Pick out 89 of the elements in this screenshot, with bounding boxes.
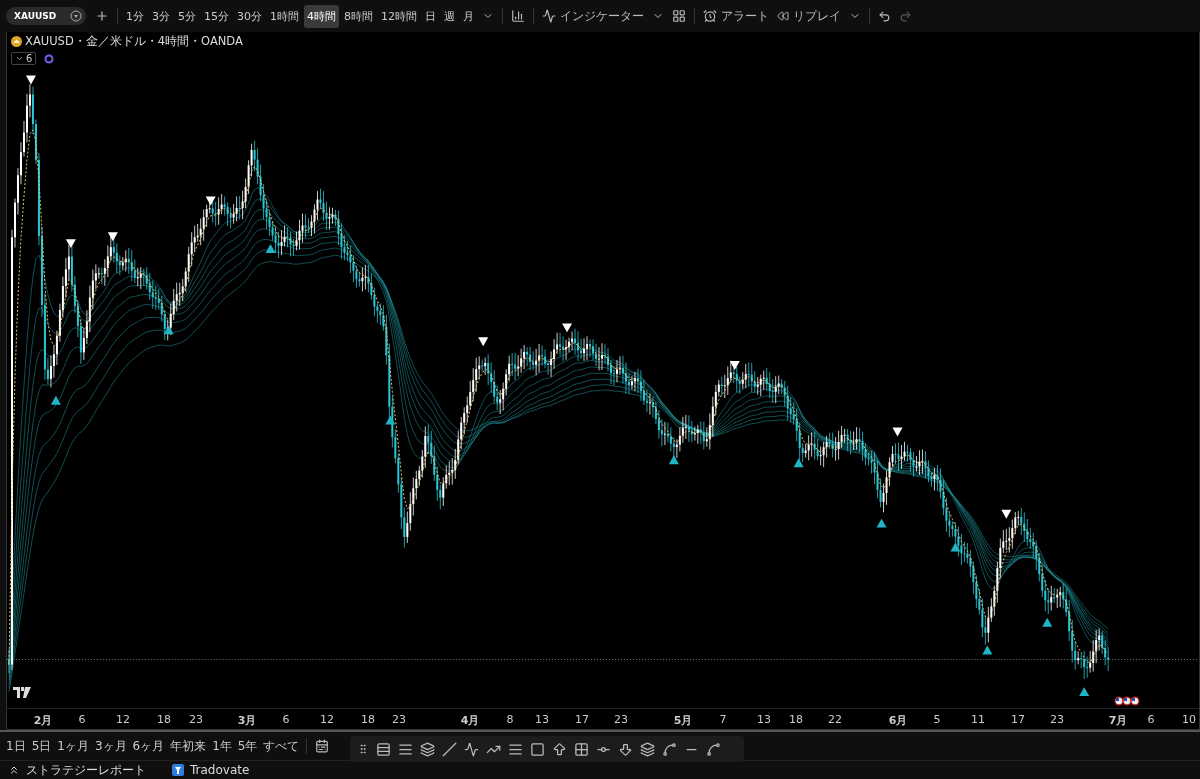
- time-axis-label: 23: [392, 713, 406, 726]
- sell-signal-triangle-icon: [107, 232, 118, 242]
- time-axis-label: 12: [116, 713, 130, 726]
- range-button[interactable]: すべて: [261, 735, 302, 757]
- interval-tab[interactable]: 週: [441, 4, 458, 28]
- time-axis-label: 5月: [673, 713, 693, 728]
- time-axis-label: 7: [719, 713, 727, 726]
- buy-signal-triangle-icon: [163, 325, 174, 335]
- range-button[interactable]: 5年: [235, 735, 260, 757]
- time-axis-label: 6: [1147, 713, 1155, 726]
- interval-tab[interactable]: 15分: [201, 4, 232, 28]
- range-button[interactable]: 1年: [210, 735, 234, 757]
- sell-signal-triangle-icon: [729, 361, 740, 370]
- alarm-clock-icon: [703, 9, 717, 23]
- interval-tab[interactable]: 5分: [175, 4, 199, 28]
- time-axis-label: 23: [614, 713, 628, 726]
- time-axis-label: 7月: [1108, 713, 1128, 728]
- time-axis-label: 12: [320, 713, 334, 726]
- interval-tab[interactable]: 1分: [123, 4, 147, 28]
- time-axis-label: 23: [1050, 713, 1064, 726]
- buy-signal-triangle-icon: [265, 244, 276, 254]
- time-axis-label: 2月: [33, 713, 53, 728]
- chart-line-icon: [542, 9, 556, 23]
- sell-signal-triangle-icon: [65, 239, 76, 249]
- time-axis-label: 11: [971, 713, 985, 726]
- buy-signal-triangle-icon: [982, 645, 993, 655]
- footer-tab[interactable]: Tradovate: [172, 763, 250, 777]
- sell-signal-triangle-icon: [892, 427, 903, 437]
- time-axis-label: 23: [189, 713, 203, 726]
- range-button[interactable]: 1ヶ月: [55, 735, 91, 757]
- sell-signal-triangle-icon: [562, 323, 573, 333]
- coin-icon: [11, 36, 22, 47]
- buy-signal-triangle-icon: [668, 455, 679, 465]
- time-axis-label: 6: [282, 713, 290, 726]
- time-axis-label: 10: [1182, 713, 1196, 726]
- buy-signal-triangle-icon: [876, 518, 887, 528]
- event-flags-icon[interactable]: [1114, 696, 1140, 706]
- time-axis-label: 4月: [460, 713, 480, 728]
- time-axis-label: 17: [575, 713, 589, 726]
- buy-signal-triangle-icon: [950, 542, 961, 552]
- rewind-icon: [777, 10, 789, 22]
- range-button[interactable]: 3ヶ月: [92, 735, 129, 757]
- chevrons-up-icon: [8, 764, 20, 776]
- time-axis-label: 17: [1011, 713, 1025, 726]
- time-axis-label: 18: [361, 713, 375, 726]
- time-axis-label: 6月: [888, 713, 908, 728]
- range-button[interactable]: 年初来: [168, 735, 209, 757]
- footer-tab[interactable]: ストラテジーレポート: [8, 761, 146, 779]
- time-axis-label: 22: [828, 713, 842, 726]
- sell-signal-triangle-icon: [25, 75, 36, 85]
- time-axis-label: 13: [535, 713, 549, 726]
- time-axis-label: 3月: [237, 713, 257, 728]
- symbol-legend-title: XAUUSD・金／米ドル・4時間・OANDA: [25, 34, 243, 49]
- symbol-text: XAUUSD: [14, 11, 57, 21]
- logo-icon: [13, 687, 31, 698]
- chevron-down-icon: [15, 54, 24, 63]
- symbol-search-field[interactable]: XAUUSD: [6, 7, 86, 25]
- time-axis-label: 8: [506, 713, 514, 726]
- buy-signal-triangle-icon: [793, 458, 804, 468]
- collapse-indicators-button[interactable]: 6: [11, 52, 37, 65]
- time-axis-label: 18: [157, 713, 171, 726]
- indicator-icon[interactable]: [44, 53, 55, 64]
- buy-signal-triangle-icon: [1042, 617, 1053, 627]
- buy-signal-triangle-icon: [385, 415, 396, 425]
- replay-button[interactable]: リプレイ: [774, 5, 844, 27]
- range-button[interactable]: 5日: [29, 735, 54, 757]
- time-axis-label: 18: [789, 713, 803, 726]
- broker-logo-icon: [172, 764, 184, 776]
- buy-signal-triangle-icon: [1079, 687, 1090, 697]
- sell-signal-triangle-icon: [478, 337, 489, 347]
- range-button[interactable]: 6ヶ月: [130, 735, 167, 757]
- interval-tab[interactable]: 30分: [234, 4, 265, 28]
- indicators-button[interactable]: インジケーター: [539, 5, 647, 27]
- interval-tab[interactable]: 月: [460, 4, 477, 28]
- interval-tab[interactable]: 1時間: [267, 4, 302, 28]
- add-icon[interactable]: [95, 9, 109, 23]
- range-button[interactable]: 1日: [4, 735, 28, 757]
- interval-tab[interactable]: 3分: [149, 4, 173, 28]
- sell-signal-triangle-icon: [1001, 509, 1012, 519]
- interval-tab[interactable]: 4時間: [304, 4, 339, 28]
- interval-tab[interactable]: 12時間: [378, 4, 420, 28]
- time-axis-label: 6: [78, 713, 86, 726]
- buy-signal-triangle-icon: [50, 395, 61, 405]
- interval-tab[interactable]: 8時間: [341, 4, 376, 28]
- alert-button[interactable]: アラート: [700, 5, 772, 27]
- time-axis-label: 5: [933, 713, 941, 726]
- sell-signal-triangle-icon: [205, 196, 216, 206]
- interval-tab[interactable]: 日: [422, 4, 439, 28]
- time-axis-label: 13: [757, 713, 771, 726]
